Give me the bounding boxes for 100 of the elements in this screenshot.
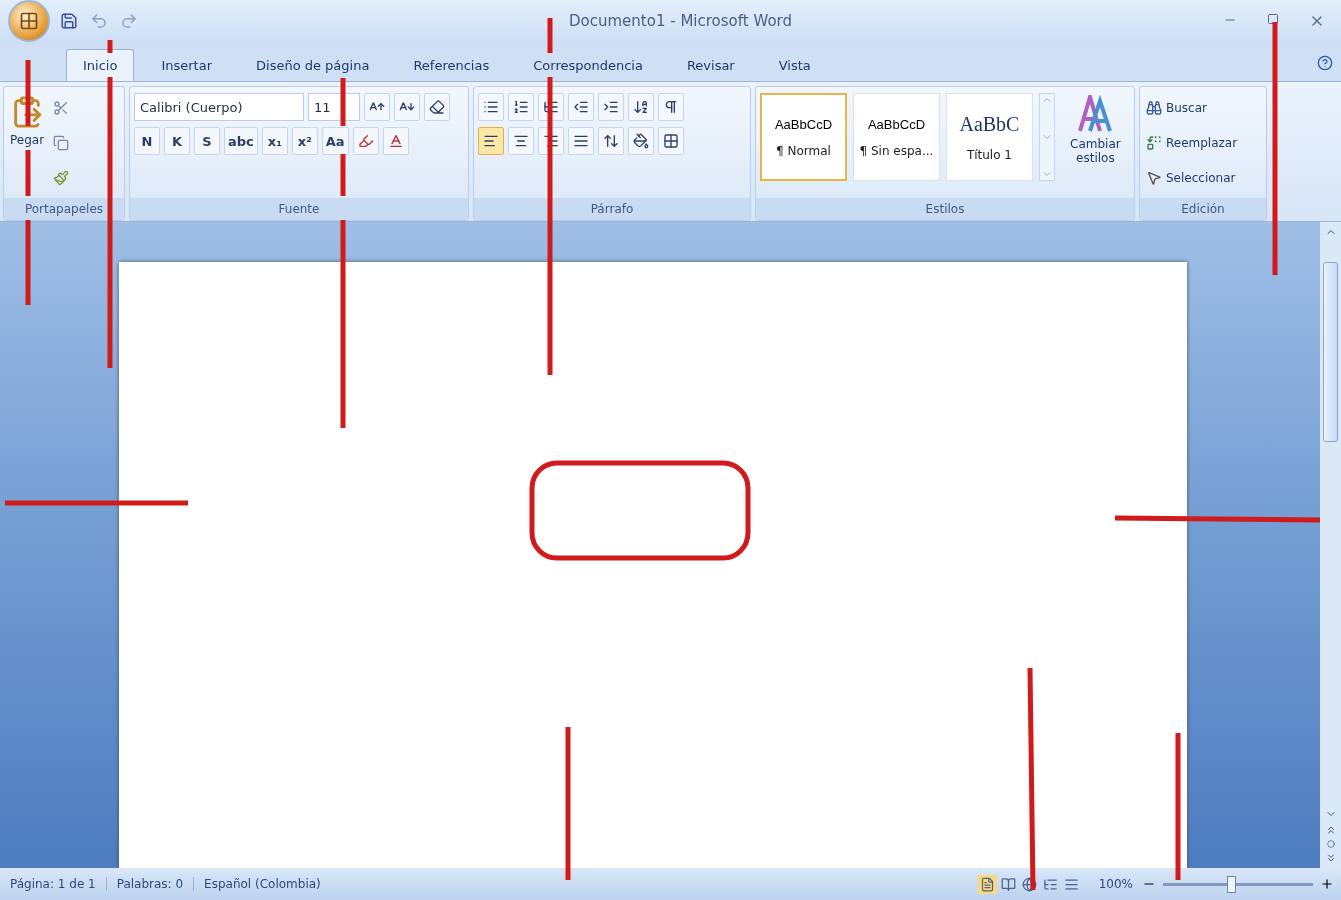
page-icon xyxy=(979,876,995,892)
editing-button[interactable]: Reemplazar xyxy=(1144,132,1240,153)
browse-object-icon xyxy=(1326,840,1335,848)
word-count: Palabras: 0 xyxy=(106,877,195,891)
font-color-icon xyxy=(387,133,404,149)
format-painter-button[interactable] xyxy=(52,168,71,187)
annotation-line xyxy=(340,154,346,196)
eraser-icon xyxy=(429,99,445,115)
plus-icon xyxy=(1320,877,1334,891)
outline-icon xyxy=(1042,876,1058,892)
format-button[interactable]: K xyxy=(164,127,190,155)
paragraph-button[interactable] xyxy=(628,127,654,155)
ribbon-tab[interactable]: Inicio xyxy=(66,49,135,81)
font-size-field[interactable]: 11 xyxy=(308,93,360,121)
language-label: Español (Colombia) xyxy=(203,877,322,891)
copy-button[interactable] xyxy=(52,133,71,152)
format-button[interactable]: abc xyxy=(224,127,258,155)
vertical-scrollbar[interactable] xyxy=(1320,222,1341,868)
style-preview: AaBbC xyxy=(959,112,1020,136)
book-icon xyxy=(1000,876,1016,892)
format-button[interactable]: x₁ xyxy=(261,127,288,155)
group-label: Párrafo xyxy=(474,198,750,220)
grow-font-button[interactable] xyxy=(364,93,390,121)
decrease-indent-icon xyxy=(573,99,589,115)
zoom-thumb[interactable] xyxy=(1226,875,1236,893)
paintbrush-icon xyxy=(53,169,70,186)
numbered-list-icon xyxy=(513,99,529,115)
style-card[interactable]: AaBbCcD ¶ Normal xyxy=(760,93,847,181)
paint-bucket-icon xyxy=(633,133,649,149)
align-center-icon xyxy=(513,133,529,149)
shrink-font-button[interactable] xyxy=(394,93,420,121)
page-count: Página: 1 de 1 xyxy=(0,877,107,891)
editing-button[interactable]: Buscar xyxy=(1144,97,1240,118)
zoom-in-button[interactable] xyxy=(1319,876,1335,892)
font-color-button[interactable] xyxy=(382,127,409,155)
style-preview: AaBbCcD xyxy=(774,116,833,132)
line-spacing-icon xyxy=(603,133,619,149)
paragraph-button[interactable] xyxy=(598,93,624,121)
clear-format-button[interactable] xyxy=(424,93,450,121)
paragraph-button[interactable] xyxy=(568,93,594,121)
help-icon xyxy=(1317,55,1333,71)
paragraph-button[interactable] xyxy=(598,127,624,155)
save-icon xyxy=(60,12,78,30)
align-left-icon xyxy=(483,133,499,149)
style-card[interactable]: AaBbCcD ¶ Sin espa... xyxy=(853,93,940,181)
copy-icon xyxy=(53,134,70,151)
ribbon-tab[interactable]: Correspondencia xyxy=(516,49,660,81)
bullet-list-icon xyxy=(483,99,499,115)
paragraph-button[interactable] xyxy=(658,127,684,155)
pilcrow-icon xyxy=(663,99,679,115)
maximize-icon xyxy=(1267,13,1279,25)
annotation-line xyxy=(107,40,113,53)
font-name-field[interactable]: Calibri (Cuerpo) xyxy=(134,93,304,121)
ribbon-tab[interactable]: Referencias xyxy=(396,49,507,81)
zoom-percent: 100% xyxy=(1097,877,1134,891)
multilevel-list-icon xyxy=(543,99,559,115)
window-title: Documento1 - Microsoft Word xyxy=(568,12,793,30)
change-styles-button[interactable]: Cambiar estilos xyxy=(1060,93,1130,192)
ribbon-tab[interactable]: Vista xyxy=(761,49,828,81)
scissors-icon xyxy=(53,99,70,116)
ribbon-tab[interactable]: Revisar xyxy=(669,49,752,81)
paragraph-button[interactable] xyxy=(478,93,504,121)
office-button[interactable] xyxy=(8,0,50,42)
view-button[interactable] xyxy=(977,874,997,894)
paste-button[interactable]: Pegar xyxy=(8,93,47,192)
highlight-button[interactable] xyxy=(352,127,379,155)
ribbon-tab[interactable]: Insertar xyxy=(144,49,229,81)
undo-icon xyxy=(90,12,108,30)
style-preview: AaBbCcD xyxy=(867,116,925,132)
style-name: Título 1 xyxy=(966,147,1012,162)
paragraph-button[interactable] xyxy=(628,93,654,121)
highlighter-icon xyxy=(357,133,374,149)
editing-button[interactable]: Seleccionar xyxy=(1144,167,1240,188)
group-label: Estilos xyxy=(756,198,1134,220)
group-label: Fuente xyxy=(130,198,468,220)
group-label: Portapapeles xyxy=(4,198,124,220)
annotation-line xyxy=(547,18,553,53)
borders-icon xyxy=(663,133,679,149)
annotation-line xyxy=(25,60,31,126)
annotation-line xyxy=(340,78,346,126)
replace-icon xyxy=(1146,134,1162,151)
style-name: ¶ Sin espa... xyxy=(859,143,934,158)
group-label: Edición xyxy=(1140,198,1266,220)
paragraph-button[interactable] xyxy=(508,93,534,121)
justify-icon xyxy=(573,133,589,149)
paragraph-button[interactable] xyxy=(568,127,594,155)
format-button[interactable]: Aa xyxy=(321,127,349,155)
paragraph-button[interactable] xyxy=(478,127,504,155)
paragraph-button[interactable] xyxy=(508,127,534,155)
style-card[interactable]: AaBbC Título 1 xyxy=(945,93,1033,181)
binoculars-icon xyxy=(1146,99,1162,116)
scroll-thumb[interactable] xyxy=(1323,262,1338,442)
annotation-line xyxy=(25,150,31,196)
ribbon-tab[interactable]: Diseño de página xyxy=(239,49,387,81)
align-right-icon xyxy=(543,133,559,149)
paragraph-button[interactable] xyxy=(658,93,684,121)
format-button[interactable]: S xyxy=(194,127,220,155)
format-button[interactable]: x² xyxy=(291,127,318,155)
globe-icon xyxy=(1021,876,1037,892)
format-button[interactable]: N xyxy=(134,127,160,155)
